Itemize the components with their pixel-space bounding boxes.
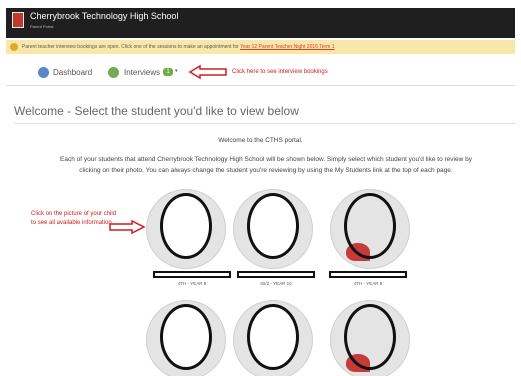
- welcome-message: Welcome to the CTHS portal.: [218, 137, 303, 144]
- notice-link[interactable]: Year 12 Parent Teacher Night 2016 Term 1: [240, 44, 334, 50]
- nav-interviews[interactable]: Interviews: [124, 68, 160, 77]
- school-logo-icon[interactable]: [12, 12, 24, 28]
- chevron-down-icon[interactable]: ▾: [175, 68, 178, 74]
- student-year: 4TH - YEAR 8: [177, 281, 207, 286]
- student-year: 5/I/2 - YEAR 10: [260, 281, 292, 286]
- interviews-count-badge[interactable]: 1: [163, 68, 173, 76]
- student-card[interactable]: [146, 300, 226, 376]
- notice-text: Parent teacher interview bookings are op…: [22, 44, 335, 50]
- photo-oval[interactable]: [344, 193, 396, 259]
- photo-oval[interactable]: [344, 304, 396, 370]
- student-name-bar: [153, 271, 231, 278]
- arrow-left-icon: [188, 64, 227, 80]
- portal-subtitle: Parent Portal: [30, 24, 54, 29]
- intro-text-line1: Each of your students that attend Cherry…: [60, 156, 472, 163]
- intro-text-line2: clicking on their photo. You can always …: [79, 167, 453, 174]
- student-card[interactable]: [146, 189, 226, 275]
- photo-oval[interactable]: [160, 193, 212, 259]
- top-header: Cherrybrook Technology High School Paren…: [0, 0, 521, 42]
- interviews-icon[interactable]: [108, 67, 119, 78]
- photo-oval[interactable]: [247, 193, 299, 259]
- notice-message: Parent teacher interview bookings are op…: [22, 44, 241, 50]
- student-name-bar: [329, 271, 407, 278]
- student-card[interactable]: [233, 300, 313, 376]
- interviews-annotation: Click here to see interview bookings: [232, 69, 328, 75]
- student-card[interactable]: [330, 189, 410, 275]
- school-name[interactable]: Cherrybrook Technology High School: [30, 11, 178, 21]
- divider: [14, 123, 515, 124]
- arrow-right-icon: [109, 220, 146, 234]
- student-card[interactable]: [330, 300, 410, 376]
- student-card[interactable]: [233, 189, 313, 275]
- page-title: Welcome - Select the student you'd like …: [14, 104, 299, 118]
- photo-oval[interactable]: [160, 304, 212, 370]
- info-icon: [10, 43, 18, 51]
- nav-dashboard[interactable]: Dashboard: [53, 68, 92, 77]
- photo-oval[interactable]: [247, 304, 299, 370]
- dashboard-icon[interactable]: [38, 67, 49, 78]
- student-name-bar: [237, 271, 315, 278]
- student-year: 4TH - YEAR 8: [353, 281, 383, 286]
